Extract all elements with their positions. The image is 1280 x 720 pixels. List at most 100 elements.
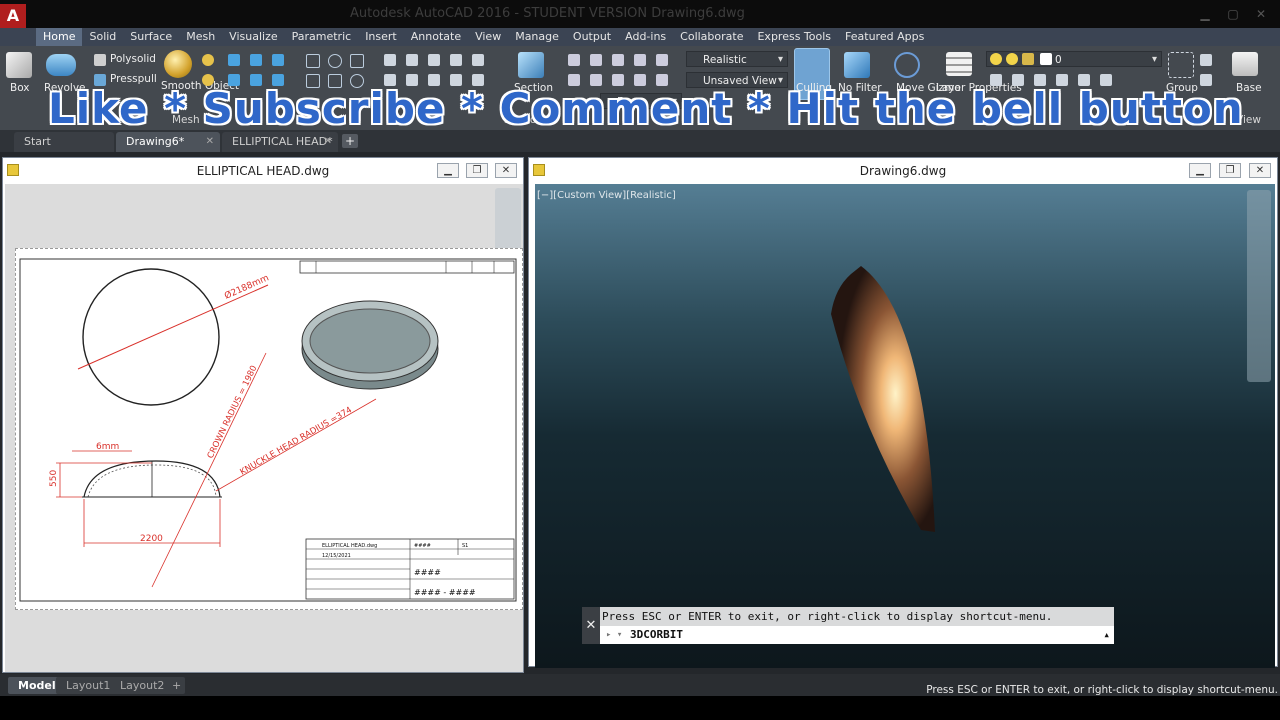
bottom-edge: [0, 698, 1280, 720]
tab-insert[interactable]: Insert: [358, 28, 404, 46]
tab-collaborate[interactable]: Collaborate: [673, 28, 750, 46]
arc-icon[interactable]: [328, 54, 342, 68]
command-history-arrow-icon[interactable]: ▴: [1103, 626, 1110, 644]
minimize-icon[interactable]: ▁: [1196, 6, 1214, 22]
scale-icon[interactable]: [450, 54, 462, 66]
move-gizmo-icon[interactable]: [894, 52, 920, 78]
title-block-code-large: ####: [414, 568, 441, 577]
maximize-icon[interactable]: ▢: [1224, 6, 1242, 22]
crown-radius-dimension: CROWN RADIUS = 1980: [206, 364, 260, 460]
tab-surface[interactable]: Surface: [123, 28, 179, 46]
command-input[interactable]: ▸ ▾ 3DCORBIT ▴: [600, 626, 1114, 644]
title-block-date: 12/15/2021: [322, 553, 351, 559]
isometric-head-view: [301, 300, 439, 390]
base-view-icon[interactable]: [1232, 52, 1258, 76]
diameter-leader: [77, 284, 269, 370]
mirror-icon[interactable]: [384, 54, 396, 66]
union-icon[interactable]: [228, 54, 240, 66]
drawing-sheet[interactable]: Ø2188mm 550 6mm 2200 CROWN RADIUS = 1980…: [15, 248, 523, 610]
subscribe-banner: Like * Subscribe * Comment * Hit the bel…: [48, 84, 1244, 133]
command-prompt-icon[interactable]: ▸ ▾: [606, 626, 622, 644]
drawing6-window[interactable]: Drawing6.dwg ▁ ❐ ✕ [−][Custom View][Real…: [528, 157, 1278, 668]
tab-featured-apps[interactable]: Featured Apps: [838, 28, 931, 46]
elliptical-head-window[interactable]: ELLIPTICAL HEAD.dwg ▁ ❐ ✕ Ø2188mm 550 6m…: [2, 157, 524, 673]
title-block-number: #### - ####: [414, 588, 476, 597]
revolve-icon[interactable]: [46, 54, 76, 76]
new-tab-button[interactable]: +: [342, 134, 358, 148]
restore-icon[interactable]: ❐: [1219, 163, 1241, 178]
minimize-icon[interactable]: ▁: [437, 163, 459, 178]
intersect-icon[interactable]: [272, 54, 284, 66]
close-icon[interactable]: ✕: [1252, 6, 1270, 22]
tab-express-tools[interactable]: Express Tools: [750, 28, 838, 46]
trim-icon[interactable]: [472, 54, 484, 66]
group-icon[interactable]: [1168, 52, 1194, 78]
layer-on-icon[interactable]: [990, 53, 1002, 65]
tab-manage[interactable]: Manage: [508, 28, 566, 46]
section-plane-icon[interactable]: [518, 52, 544, 78]
file-tab-start[interactable]: Start: [14, 132, 114, 152]
tab-visualize[interactable]: Visualize: [222, 28, 284, 46]
status-message: Press ESC or ENTER to exit, or right-cli…: [926, 684, 1278, 696]
command-value: 3DCORBIT: [630, 628, 683, 641]
move-icon[interactable]: [406, 54, 418, 66]
file-tab-drawing6[interactable]: Drawing6* ✕: [116, 132, 220, 152]
paper-space-canvas[interactable]: Ø2188mm 550 6mm 2200 CROWN RADIUS = 1980…: [5, 184, 523, 672]
visual-style-dropdown[interactable]: Realistic: [686, 51, 788, 68]
3d-viewport[interactable]: [−][Custom View][Realistic]: [535, 184, 1275, 668]
ucs-world-icon[interactable]: [590, 54, 602, 66]
file-tab-label: ELLIPTICAL HEAD*: [232, 135, 333, 148]
no-filter-icon[interactable]: [844, 52, 870, 78]
tab-home[interactable]: Home: [36, 28, 83, 46]
ucs-x-icon[interactable]: [612, 54, 624, 66]
drawing-workspace: ELLIPTICAL HEAD.dwg ▁ ❐ ✕ Ø2188mm 550 6m…: [0, 152, 1280, 674]
elliptical-head-3d-model: [831, 266, 935, 532]
subtract-icon[interactable]: [250, 54, 262, 66]
polyline-icon[interactable]: [350, 54, 364, 68]
command-history: Press ESC or ENTER to exit, or right-cli…: [600, 607, 1114, 626]
knuckle-radius-dimension: KNUCKLE HEAD RADIUS =374: [239, 405, 354, 477]
file-tab-label: Start: [24, 135, 51, 148]
close-icon[interactable]: ✕: [1249, 163, 1271, 178]
tab-output[interactable]: Output: [566, 28, 618, 46]
close-command-line-icon[interactable]: ✕: [582, 607, 600, 644]
layer-properties-icon[interactable]: [946, 52, 972, 76]
window-title: Autodesk AutoCAD 2016 - STUDENT VERSION …: [350, 6, 745, 21]
tab-parametric[interactable]: Parametric: [285, 28, 359, 46]
tab-annotate[interactable]: Annotate: [404, 28, 468, 46]
box-button[interactable]: Box: [10, 82, 30, 94]
stretch-icon[interactable]: [428, 54, 440, 66]
close-tab-icon[interactable]: ✕: [206, 132, 214, 152]
tab-solid[interactable]: Solid: [82, 28, 123, 46]
line-icon[interactable]: [306, 54, 320, 68]
layer-color-icon[interactable]: [1040, 53, 1052, 65]
layer-freeze-icon[interactable]: [1006, 53, 1018, 65]
ucs-icon[interactable]: [568, 54, 580, 66]
autocad-logo-icon[interactable]: A: [0, 4, 26, 28]
close-tab-icon[interactable]: ✕: [324, 132, 332, 152]
ucs-3point-icon[interactable]: [656, 54, 668, 66]
document-icon: [7, 164, 19, 176]
title-header-block: [299, 260, 515, 274]
title-block-code: ####: [414, 543, 431, 549]
minimize-icon[interactable]: ▁: [1189, 163, 1211, 178]
command-line[interactable]: ✕ Press ESC or ENTER to exit, or right-c…: [582, 607, 1114, 644]
tab-view[interactable]: View: [468, 28, 508, 46]
window-title: Drawing6.dwg: [529, 158, 1277, 184]
smooth-object-icon[interactable]: [164, 50, 192, 78]
restore-icon[interactable]: ❐: [466, 163, 488, 178]
ungroup-icon[interactable]: [1200, 54, 1212, 66]
tab-mesh[interactable]: Mesh: [179, 28, 222, 46]
mesh-sphere-icon[interactable]: [202, 54, 214, 66]
thickness-dimension: 6mm: [96, 442, 119, 452]
ucs-view-icon[interactable]: [634, 54, 646, 66]
tab-add-ins[interactable]: Add-ins: [618, 28, 673, 46]
polysolid-icon[interactable]: [94, 54, 106, 66]
file-tab-elliptical-head[interactable]: ELLIPTICAL HEAD* ✕: [222, 132, 338, 152]
layer-lock-icon[interactable]: [1022, 53, 1034, 65]
box-icon[interactable]: [6, 52, 32, 78]
ribbon-tab-bar: Home Solid Surface Mesh Visualize Parame…: [0, 28, 1280, 46]
polysolid-button[interactable]: Polysolid: [110, 53, 156, 65]
close-icon[interactable]: ✕: [495, 163, 517, 178]
elliptical-head-shell: [831, 266, 935, 532]
